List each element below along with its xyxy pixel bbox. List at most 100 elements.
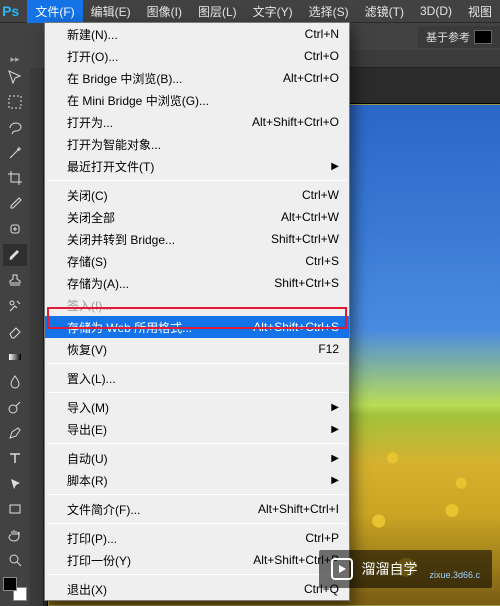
menu-item-shortcut: Ctrl+W	[302, 188, 339, 202]
menu-item[interactable]: 关闭并转到 Bridge...Shift+Ctrl+W	[45, 228, 349, 250]
menu-select[interactable]: 选择(S)	[301, 0, 357, 23]
menu-item-label: 退出(X)	[67, 581, 107, 598]
watermark-sub: zixue.3d66.c	[429, 570, 480, 580]
menu-separator	[47, 443, 347, 444]
menu-item[interactable]: 在 Bridge 中浏览(B)... Alt+Ctrl+O	[45, 67, 349, 89]
tool-colors[interactable]	[3, 575, 27, 604]
menu-separator	[47, 392, 347, 393]
tool-marquee[interactable]	[3, 91, 27, 112]
menu-view[interactable]: 视图	[460, 0, 500, 23]
menu-separator	[47, 574, 347, 575]
menu-item-shortcut: Ctrl+P	[305, 531, 339, 545]
menu-item[interactable]: 关闭全部 Alt+Ctrl+W	[45, 206, 349, 228]
menu-item[interactable]: 导出(E)▶	[45, 418, 349, 440]
tool-wand[interactable]	[3, 142, 27, 163]
tool-zoom[interactable]	[3, 549, 27, 570]
menu-item-label: 脚本(R)	[67, 472, 108, 489]
menu-item-label: 最近打开文件(T)	[67, 158, 154, 175]
menu-item[interactable]: 打开(O)...Ctrl+O	[45, 45, 349, 67]
menu-item-label: 恢复(V)	[67, 341, 107, 358]
menu-item-shortcut: Alt+Ctrl+O	[283, 71, 339, 85]
panel-collapse-icon[interactable]: ▸▸	[0, 54, 30, 64]
menu-item-label: 自动(U)	[67, 450, 108, 467]
tool-stamp[interactable]	[3, 270, 27, 291]
menu-item[interactable]: 存储为(A)... Shift+Ctrl+S	[45, 272, 349, 294]
tool-path-select[interactable]	[3, 473, 27, 494]
tool-crop[interactable]	[3, 168, 27, 189]
menu-item[interactable]: 自动(U) ▶	[45, 447, 349, 469]
menu-item[interactable]: 在 Mini Bridge 中浏览(G)...	[45, 89, 349, 111]
tool-eraser[interactable]	[3, 320, 27, 341]
menu-item-shortcut: Shift+Ctrl+S	[274, 276, 339, 290]
menu-item[interactable]: 存储(S)Ctrl+S	[45, 250, 349, 272]
menu-type[interactable]: 文字(Y)	[245, 0, 301, 23]
file-menu-dropdown: 新建(N)...Ctrl+N打开(O)...Ctrl+O在 Bridge 中浏览…	[44, 22, 350, 601]
tool-blur[interactable]	[3, 371, 27, 392]
ruler-vertical[interactable]	[30, 68, 44, 606]
menu-item-label: 新建(N)...	[67, 26, 118, 43]
menu-item-label: 文件简介(F)...	[67, 501, 140, 518]
menu-item[interactable]: 文件简介(F)... Alt+Shift+Ctrl+I	[45, 498, 349, 520]
play-icon	[331, 558, 353, 580]
foreground-color-swatch[interactable]	[3, 577, 17, 591]
menu-layer[interactable]: 图层(L)	[190, 0, 245, 23]
tool-brush[interactable]	[3, 244, 27, 265]
tools-panel: ▸▸	[0, 50, 30, 606]
menu-item[interactable]: 脚本(R) ▶	[45, 469, 349, 491]
menu-item-label: 关闭并转到 Bridge...	[67, 231, 175, 248]
menu-item-label: 打开为智能对象...	[67, 136, 161, 153]
menu-item-label: 在 Bridge 中浏览(B)...	[67, 70, 182, 87]
menu-item-label: 存储为(A)...	[67, 275, 129, 292]
menu-image[interactable]: 图像(I)	[139, 0, 190, 23]
menu-item-label: 在 Mini Bridge 中浏览(G)...	[67, 92, 209, 109]
menu-file[interactable]: 文件(F)	[27, 0, 82, 23]
menu-item-label: 打印(P)...	[67, 530, 117, 547]
menu-item-label: 存储(S)	[67, 253, 107, 270]
tool-eyedropper[interactable]	[3, 193, 27, 214]
options-swatch[interactable]	[474, 30, 492, 44]
menu-item[interactable]: 打印(P)... Ctrl+P	[45, 527, 349, 549]
menu-item-label: 置入(L)...	[67, 370, 116, 387]
menu-item[interactable]: 存储为 Web 所用格式...Alt+Shift+Ctrl+S	[45, 316, 349, 338]
tool-move[interactable]	[3, 66, 27, 87]
menu-item-shortcut: Alt+Ctrl+W	[281, 210, 339, 224]
tool-pen[interactable]	[3, 422, 27, 443]
menu-item[interactable]: 置入(L)...	[45, 367, 349, 389]
menu-item[interactable]: 最近打开文件(T) ▶	[45, 155, 349, 177]
tool-rectangle[interactable]	[3, 498, 27, 519]
submenu-arrow-icon: ▶	[331, 161, 339, 172]
menu-item-label: 存储为 Web 所用格式...	[67, 319, 192, 336]
tool-gradient[interactable]	[3, 346, 27, 367]
options-right[interactable]: 基于参考	[418, 26, 500, 48]
menu-item[interactable]: 打印一份(Y)Alt+Shift+Ctrl+P	[45, 549, 349, 571]
submenu-arrow-icon: ▶	[331, 402, 339, 413]
submenu-arrow-icon: ▶	[331, 453, 339, 464]
menu-item-shortcut: Ctrl+N	[305, 27, 339, 41]
tool-hand[interactable]	[3, 524, 27, 545]
menu-separator	[47, 363, 347, 364]
tool-dodge[interactable]	[3, 397, 27, 418]
menu-item[interactable]: 打开为...Alt+Shift+Ctrl+O	[45, 111, 349, 133]
tool-type[interactable]	[3, 448, 27, 469]
menu-item[interactable]: 导入(M) ▶	[45, 396, 349, 418]
menu-3d[interactable]: 3D(D)	[412, 1, 460, 21]
menu-item[interactable]: 新建(N)... Ctrl+N	[45, 23, 349, 45]
tool-lasso[interactable]	[3, 117, 27, 138]
menu-item-label: 关闭全部	[67, 209, 115, 226]
menu-item[interactable]: 退出(X)Ctrl+Q	[45, 578, 349, 600]
menu-item-label: 导入(M)	[67, 399, 109, 416]
menu-item[interactable]: 关闭(C)Ctrl+W	[45, 184, 349, 206]
menu-item[interactable]: 恢复(V)F12	[45, 338, 349, 360]
submenu-arrow-icon: ▶	[331, 475, 339, 486]
tool-healing[interactable]	[3, 219, 27, 240]
menu-filter[interactable]: 滤镜(T)	[357, 0, 412, 23]
watermark-text: 溜溜自学	[361, 559, 417, 579]
watermark: 溜溜自学 zixue.3d66.c	[319, 550, 492, 588]
menu-item-shortcut: Ctrl+O	[304, 49, 339, 63]
menu-item-shortcut: Alt+Shift+Ctrl+I	[258, 502, 339, 516]
submenu-arrow-icon: ▶	[331, 424, 339, 435]
menu-item[interactable]: 打开为智能对象...	[45, 133, 349, 155]
tool-history-brush[interactable]	[3, 295, 27, 316]
menu-edit[interactable]: 编辑(E)	[83, 0, 139, 23]
app-logo: Ps	[2, 2, 19, 20]
